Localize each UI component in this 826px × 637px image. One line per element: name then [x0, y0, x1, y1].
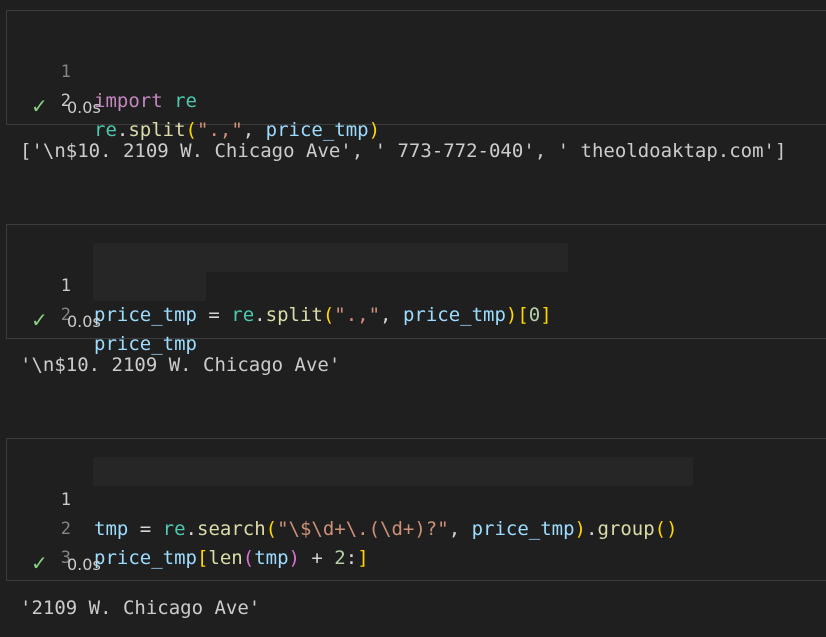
- line-number: 1: [60, 490, 71, 510]
- execution-time: 0.0s: [67, 312, 101, 331]
- execution-status: ✓ 0.0s: [31, 552, 101, 574]
- code-token: re: [231, 304, 255, 326]
- code-token: ,: [380, 304, 403, 326]
- code-text[interactable]: tmp = re.search("\$\d+\.(\d+)?", price_t…: [94, 515, 678, 544]
- cell-output: ['\n$10. 2109 W. Chicago Ave', ' 773-772…: [20, 140, 787, 162]
- code-cell-1[interactable]: 1 import re 2 re.split(".,", price_tmp) …: [6, 10, 826, 141]
- code-text[interactable]: import re: [94, 87, 197, 116]
- code-token: .: [585, 518, 598, 540]
- code-token: group: [597, 518, 655, 540]
- checkmark-icon: ✓: [31, 551, 48, 575]
- code-line[interactable]: 1 tmp = re.search("\$\d+\.(\d+)?", price…: [7, 457, 678, 540]
- code-token: ,: [242, 119, 266, 141]
- code-token: split: [128, 119, 186, 141]
- code-line[interactable]: 2 re.split(".,", price_tmp): [7, 58, 380, 141]
- code-token: (: [265, 518, 278, 540]
- code-token: =: [128, 518, 163, 540]
- code-token: (): [654, 518, 678, 540]
- code-token: 2: [334, 547, 346, 569]
- code-token: (: [322, 304, 335, 326]
- code-token: .: [254, 304, 266, 326]
- code-token: ): [288, 547, 300, 569]
- code-token: =: [196, 304, 232, 326]
- code-token: price_tmp: [471, 518, 575, 540]
- code-token: (: [185, 119, 197, 141]
- code-token: price_tmp: [94, 304, 197, 326]
- code-cell-3[interactable]: 1 tmp = re.search("\$\d+\.(\d+)?", price…: [6, 438, 826, 581]
- execution-time: 0.0s: [67, 98, 101, 117]
- code-line[interactable]: 1 price_tmp = re.split(".,", price_tmp)[…: [7, 243, 552, 326]
- code-token: split: [265, 304, 323, 326]
- code-token: ]: [357, 547, 369, 569]
- execution-status: ✓ 0.0s: [31, 95, 101, 117]
- line-number: 1: [60, 62, 71, 82]
- code-token: price_tmp: [94, 333, 197, 355]
- code-text[interactable]: price_tmp = re.split(".,", price_tmp)[0]: [94, 301, 552, 330]
- checkmark-icon: ✓: [31, 308, 48, 332]
- selection-highlight: [93, 272, 206, 301]
- cell-output: '2109 W. Chicago Ave': [20, 597, 261, 619]
- execution-time: 0.0s: [67, 555, 101, 574]
- code-token: price_tmp: [94, 547, 197, 569]
- code-token: 0: [528, 304, 541, 326]
- code-token: [: [196, 547, 209, 569]
- code-token: tmp: [94, 518, 129, 540]
- code-token: ): [368, 119, 381, 141]
- code-token: import: [94, 90, 163, 112]
- cell-output: '\n$10. 2109 W. Chicago Ave': [20, 354, 341, 376]
- code-token: (: [242, 547, 255, 569]
- code-token: .: [185, 518, 197, 540]
- code-token: price_tmp: [265, 119, 369, 141]
- code-token: search: [197, 518, 266, 540]
- code-token: ".,": [334, 304, 381, 326]
- code-token: ]: [540, 304, 552, 326]
- code-text[interactable]: price_tmp[len(tmp) + 2:]: [94, 544, 369, 573]
- code-line[interactable]: 2 price_tmp: [7, 272, 197, 355]
- code-token: ".,": [197, 119, 243, 141]
- line-number: 2: [60, 519, 71, 539]
- code-cell-2[interactable]: 1 price_tmp = re.split(".,", price_tmp)[…: [6, 224, 826, 355]
- code-token: ): [574, 518, 586, 540]
- code-token: re: [94, 119, 117, 141]
- code-line[interactable]: 2 price_tmp[len(tmp) + 2:]: [7, 486, 369, 569]
- code-token: [: [517, 304, 529, 326]
- code-token: :: [345, 547, 358, 569]
- line-number: 1: [60, 276, 71, 296]
- code-token: .: [116, 119, 129, 141]
- code-token: ,: [448, 518, 472, 540]
- code-line[interactable]: 3: [7, 515, 71, 568]
- code-token: ): [505, 304, 518, 326]
- selection-highlight: [93, 243, 568, 272]
- code-token: price_tmp: [402, 304, 506, 326]
- code-token: len: [208, 547, 243, 569]
- code-line[interactable]: 1 import re: [7, 29, 197, 112]
- checkmark-icon: ✓: [31, 94, 48, 118]
- execution-status: ✓ 0.0s: [31, 309, 101, 331]
- code-token: "\$\d+\.(\d+)?": [277, 518, 449, 540]
- code-token: re: [162, 518, 186, 540]
- code-token: +: [299, 547, 335, 569]
- selection-highlight: [93, 457, 693, 486]
- code-token: tmp: [254, 547, 289, 569]
- code-token: re: [174, 90, 197, 112]
